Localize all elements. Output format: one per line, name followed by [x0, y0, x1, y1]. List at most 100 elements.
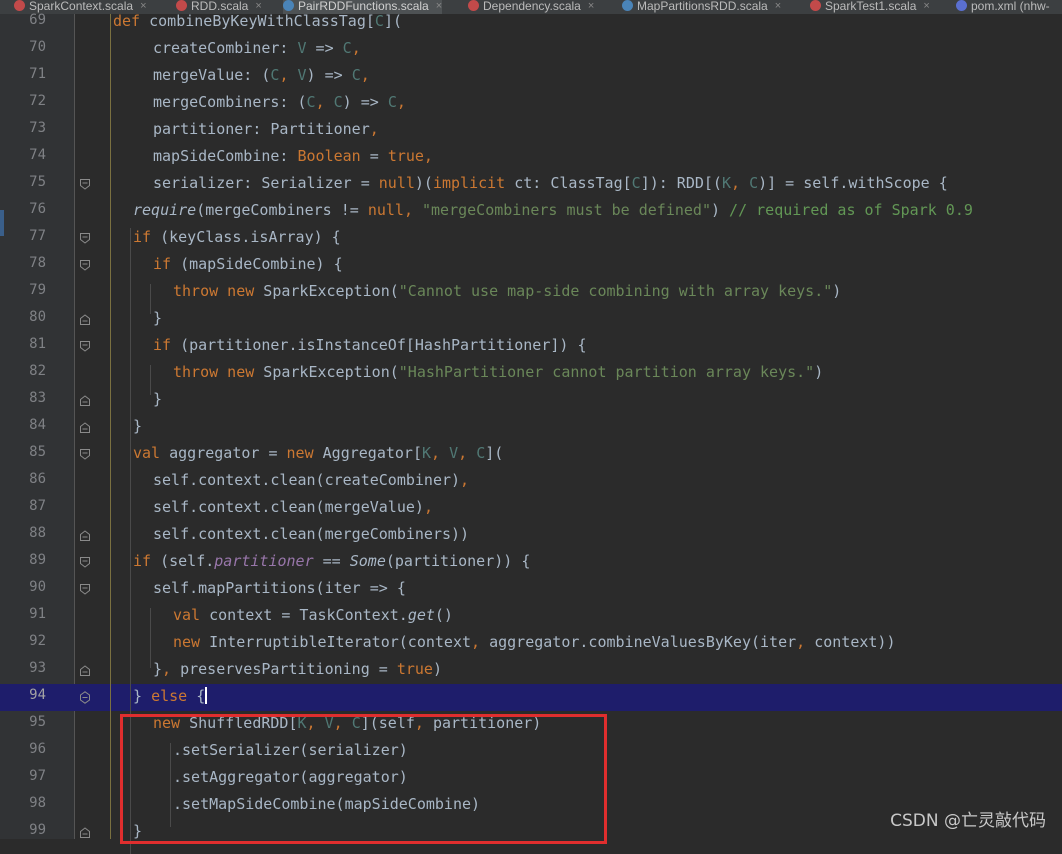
line-number[interactable]: 92: [6, 633, 46, 649]
line-number[interactable]: 91: [6, 606, 46, 622]
fold-marker-icon[interactable]: [80, 179, 90, 190]
line-number[interactable]: 81: [6, 336, 46, 352]
code-line[interactable]: 94 } else {: [0, 684, 1062, 711]
code-text[interactable]: serializer: Serializer = null)(implicit …: [153, 174, 948, 192]
line-number[interactable]: 74: [6, 147, 46, 163]
code-line[interactable]: 76 require(mergeCombiners != null, "merge…: [0, 198, 1062, 225]
fold-marker-icon[interactable]: [80, 449, 90, 460]
code-text[interactable]: mergeCombiners: (C, C) => C,: [153, 93, 406, 111]
code-line[interactable]: 81 if (partitioner.isInstanceOf[HashParti…: [0, 333, 1062, 360]
fold-marker-icon[interactable]: [80, 395, 90, 406]
code-text[interactable]: mergeValue: (C, V) => C,: [153, 66, 370, 84]
code-line[interactable]: 89 if (self.partitioner == Some(partition…: [0, 549, 1062, 576]
code-line[interactable]: 78 if (mapSideCombine) {: [0, 252, 1062, 279]
code-line[interactable]: 70 createCombiner: V => C,: [0, 36, 1062, 63]
line-number[interactable]: 82: [6, 363, 46, 379]
code-text[interactable]: if (partitioner.isInstanceOf[HashPartiti…: [153, 336, 586, 354]
fold-marker-icon[interactable]: [80, 691, 90, 704]
line-number[interactable]: 73: [6, 120, 46, 136]
code-line[interactable]: 92 new InterruptibleIterator(context, agg…: [0, 630, 1062, 657]
code-line[interactable]: 80}: [0, 306, 1062, 333]
code-text[interactable]: }: [153, 390, 162, 408]
code-line[interactable]: 86 self.context.clean(createCombiner),: [0, 468, 1062, 495]
code-text[interactable]: require(mergeCombiners != null, "mergeCo…: [133, 201, 973, 219]
line-number[interactable]: 95: [6, 714, 46, 730]
fold-marker-icon[interactable]: [80, 584, 90, 595]
line-number[interactable]: 90: [6, 579, 46, 595]
code-text[interactable]: mapSideCombine: Boolean = true,: [153, 147, 433, 165]
code-line[interactable]: 83}: [0, 387, 1062, 414]
line-number[interactable]: 97: [6, 768, 46, 784]
line-number[interactable]: 96: [6, 741, 46, 757]
code-text[interactable]: if (self.partitioner == Some(partitioner…: [133, 552, 530, 570]
line-number[interactable]: 71: [6, 66, 46, 82]
fold-marker-icon[interactable]: [80, 422, 90, 433]
fold-marker-icon[interactable]: [80, 341, 90, 352]
code-text[interactable]: } else {: [133, 687, 208, 705]
code-text[interactable]: self.context.clean(mergeCombiners)): [153, 525, 469, 543]
code-line[interactable]: 91 val context = TaskContext.get(): [0, 603, 1062, 630]
line-number[interactable]: 84: [6, 417, 46, 433]
code-line[interactable]: 77 if (keyClass.isArray) {: [0, 225, 1062, 252]
code-text[interactable]: }: [153, 309, 162, 327]
line-number[interactable]: 88: [6, 525, 46, 541]
line-number[interactable]: 75: [6, 174, 46, 190]
code-line[interactable]: 82 throw new SparkException("HashPartitio…: [0, 360, 1062, 387]
line-number[interactable]: 78: [6, 255, 46, 271]
line-number[interactable]: 89: [6, 552, 46, 568]
fold-marker-icon[interactable]: [80, 260, 90, 271]
indent-guide-yellow: [110, 14, 111, 839]
code-text[interactable]: if (mapSideCombine) {: [153, 255, 343, 273]
line-number[interactable]: 87: [6, 498, 46, 514]
line-number[interactable]: 99: [6, 822, 46, 838]
code-line[interactable]: 75 serializer: Serializer = null)(implici…: [0, 171, 1062, 198]
code-text[interactable]: val context = TaskContext.get(): [173, 606, 453, 624]
line-number[interactable]: 83: [6, 390, 46, 406]
code-line[interactable]: 85 val aggregator = new Aggregator[K, V, …: [0, 441, 1062, 468]
code-text[interactable]: }: [133, 417, 142, 435]
code-text[interactable]: createCombiner: V => C,: [153, 39, 361, 57]
code-line[interactable]: 88 self.context.clean(mergeCombiners)): [0, 522, 1062, 549]
line-number[interactable]: 85: [6, 444, 46, 460]
indent-guide: [150, 284, 151, 314]
code-line[interactable]: 73 partitioner: Partitioner,: [0, 117, 1062, 144]
code-line[interactable]: 74 mapSideCombine: Boolean = true,: [0, 144, 1062, 171]
code-text[interactable]: throw new SparkException("Cannot use map…: [173, 282, 841, 300]
line-number[interactable]: 77: [6, 228, 46, 244]
code-line[interactable]: 72 mergeCombiners: (C, C) => C,: [0, 90, 1062, 117]
line-number[interactable]: 79: [6, 282, 46, 298]
indent-guide: [150, 365, 151, 395]
line-number[interactable]: 93: [6, 660, 46, 676]
code-line[interactable]: 93 }, preservesPartitioning = true): [0, 657, 1062, 684]
code-text[interactable]: def combineByKeyWithClassTag[C](: [113, 12, 402, 30]
code-text[interactable]: self.mapPartitions(iter => {: [153, 579, 406, 597]
code-line[interactable]: 84}: [0, 414, 1062, 441]
code-text[interactable]: }, preservesPartitioning = true): [153, 660, 442, 678]
fold-marker-icon[interactable]: [80, 557, 90, 568]
code-text[interactable]: new InterruptibleIterator(context, aggre…: [173, 633, 895, 651]
code-line[interactable]: 87 self.context.clean(mergeValue),: [0, 495, 1062, 522]
code-line[interactable]: 79 throw new SparkException("Cannot use m…: [0, 279, 1062, 306]
line-number[interactable]: 76: [6, 201, 46, 217]
code-line[interactable]: 69 def combineByKeyWithClassTag[C](: [0, 9, 1062, 36]
line-number[interactable]: 70: [6, 39, 46, 55]
code-text[interactable]: self.context.clean(createCombiner),: [153, 471, 469, 489]
fold-marker-icon[interactable]: [80, 314, 90, 325]
line-number[interactable]: 69: [6, 12, 46, 28]
code-text[interactable]: throw new SparkException("HashPartitione…: [173, 363, 823, 381]
code-text[interactable]: self.context.clean(mergeValue),: [153, 498, 433, 516]
code-text[interactable]: partitioner: Partitioner,: [153, 120, 379, 138]
line-number[interactable]: 72: [6, 93, 46, 109]
code-text[interactable]: if (keyClass.isArray) {: [133, 228, 341, 246]
code-text[interactable]: val aggregator = new Aggregator[K, V, C]…: [133, 444, 503, 462]
line-number[interactable]: 86: [6, 471, 46, 487]
code-line[interactable]: 90 self.mapPartitions(iter => {: [0, 576, 1062, 603]
fold-marker-icon[interactable]: [80, 530, 90, 541]
line-number[interactable]: 80: [6, 309, 46, 325]
fold-marker-icon[interactable]: [80, 665, 90, 676]
code-line[interactable]: 71 mergeValue: (C, V) => C,: [0, 63, 1062, 90]
fold-marker-icon[interactable]: [80, 827, 90, 838]
line-number[interactable]: 94: [6, 687, 46, 703]
fold-marker-icon[interactable]: [80, 233, 90, 244]
line-number[interactable]: 98: [6, 795, 46, 811]
